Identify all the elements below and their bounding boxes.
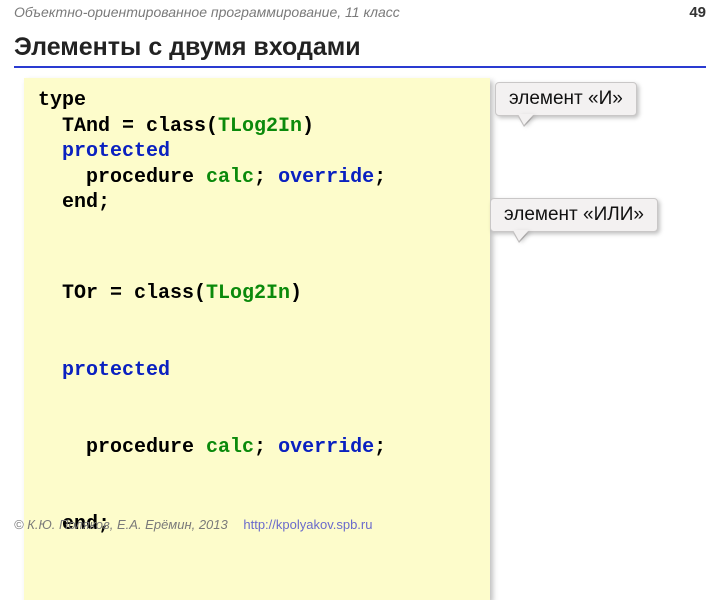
code-line: TOr = class(TLog2In) <box>38 281 476 307</box>
code-line: protected <box>38 358 476 384</box>
code-line: end; <box>38 190 476 216</box>
code-line: procedure calc; override; <box>38 435 476 461</box>
code-line: procedure calc; override; <box>38 165 476 191</box>
page-number: 49 <box>689 4 706 21</box>
code-line: type <box>38 88 476 114</box>
footer: © К.Ю. Поляков, Е.А. Ерёмин, 2013 http:/… <box>14 517 372 532</box>
copyright: © К.Ю. Поляков, Е.А. Ерёмин, 2013 <box>14 517 228 532</box>
course-label: Объектно-ориентированное программировани… <box>14 4 400 21</box>
footer-url: http://kpolyakov.spb.ru <box>243 517 372 532</box>
slide-title: Элементы с двумя входами <box>14 33 706 68</box>
code-line: TAnd = class(TLog2In) <box>38 114 476 140</box>
header: Объектно-ориентированное программировани… <box>0 0 720 23</box>
callout-and: элемент «И» <box>495 82 637 116</box>
code-line: protected <box>38 139 476 165</box>
callout-or: элемент «ИЛИ» <box>490 198 658 232</box>
